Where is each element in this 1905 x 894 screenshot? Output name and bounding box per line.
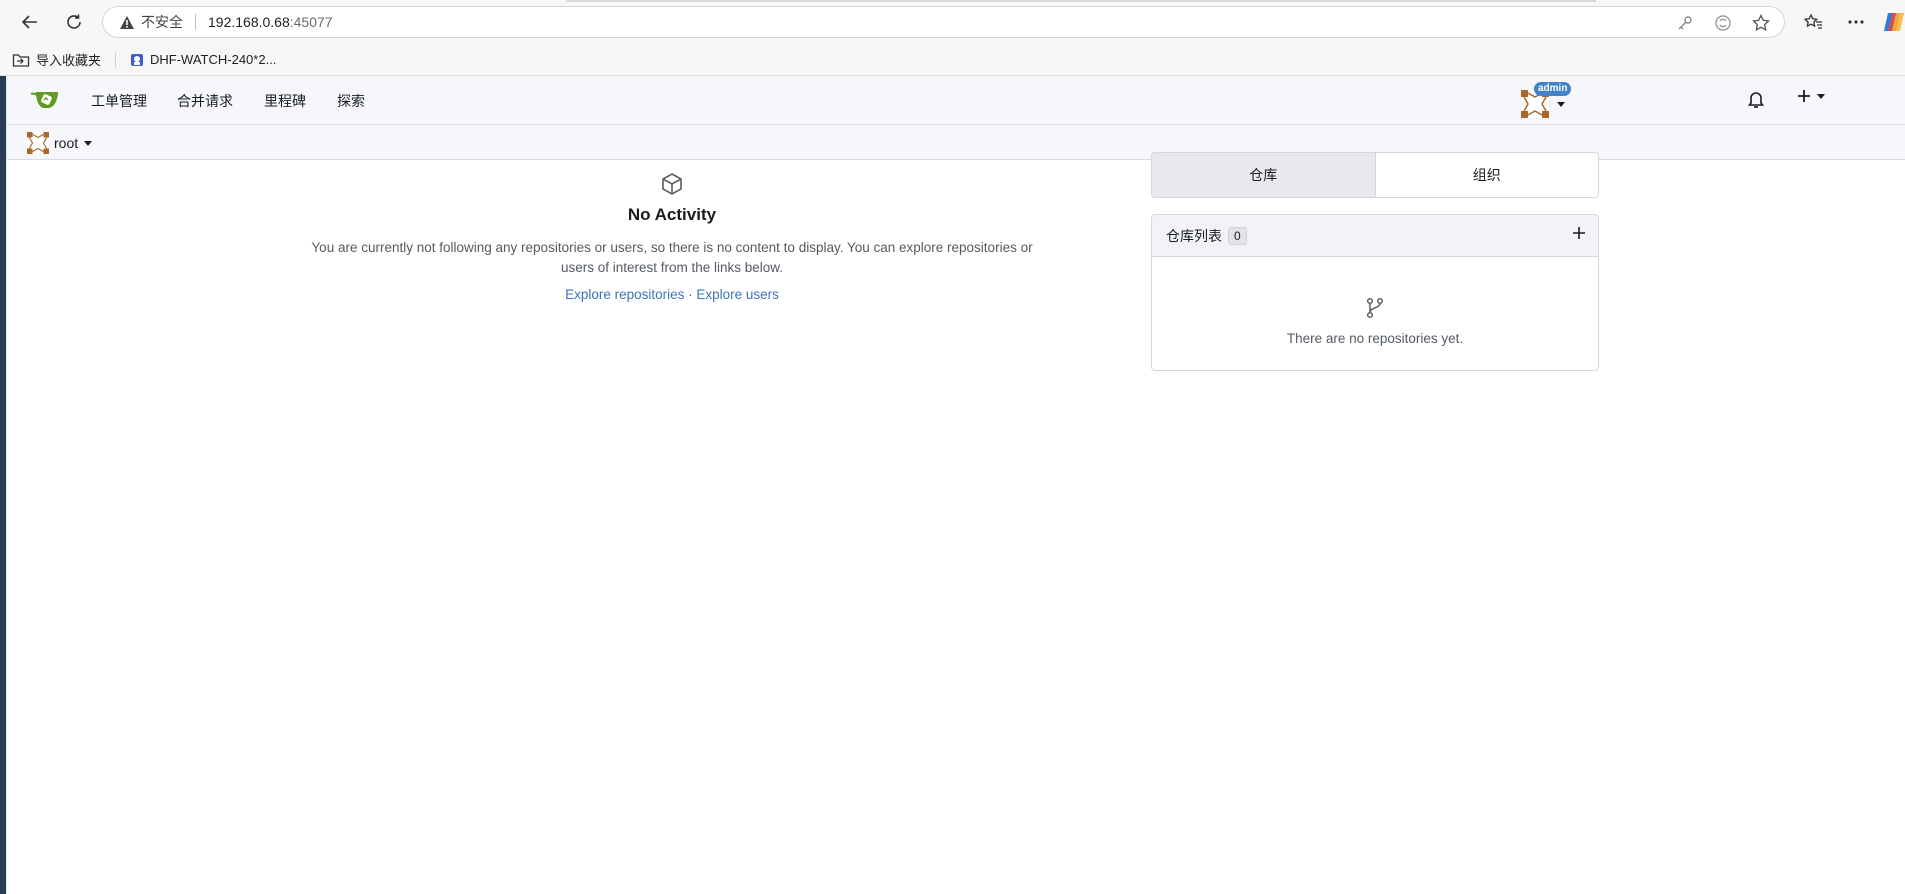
nav-issues[interactable]: 工单管理	[91, 91, 147, 111]
bell-icon	[1747, 89, 1765, 109]
repo-empty-text: There are no repositories yet.	[1286, 331, 1464, 346]
repo-list-title: 仓库列表	[1166, 227, 1222, 244]
plus-icon	[1572, 226, 1586, 240]
back-button[interactable]	[15, 8, 45, 36]
explore-links: Explore repositories · Explore users	[287, 287, 1057, 302]
create-new-button[interactable]	[1797, 89, 1825, 103]
repo-count-badge: 0	[1228, 226, 1247, 245]
tab-strip-edge	[566, 0, 1596, 2]
key-icon[interactable]	[1674, 13, 1696, 33]
activity-feed-empty: No Activity You are currently not follow…	[287, 172, 1057, 302]
explore-users-link[interactable]: Explore users	[696, 287, 779, 302]
link-separator: ·	[684, 287, 697, 302]
copilot-button[interactable]	[1882, 8, 1905, 36]
notifications-button[interactable]	[1747, 89, 1765, 109]
more-menu-button[interactable]	[1841, 8, 1871, 36]
warning-icon	[119, 15, 135, 30]
arrow-left-icon	[21, 13, 39, 31]
site-favicon-icon	[130, 53, 144, 67]
bookmark-divider	[115, 51, 117, 68]
address-separator	[195, 14, 196, 30]
browser-toolbar: 不安全 192.168.0.68 :45077	[0, 0, 1905, 44]
package-icon	[287, 172, 1057, 196]
avatar	[27, 132, 49, 154]
refresh-page-icon[interactable]	[1712, 13, 1734, 33]
tab-repositories[interactable]: 仓库	[1152, 153, 1375, 197]
insecure-label[interactable]: 不安全	[141, 12, 183, 32]
dashboard-tabs: 仓库 组织	[1151, 152, 1599, 198]
ellipsis-icon	[1847, 19, 1865, 25]
address-bar-actions	[1674, 13, 1772, 33]
empty-activity-description: You are currently not following any repo…	[311, 240, 1033, 275]
new-repo-button[interactable]	[1572, 226, 1586, 240]
bookmark-label: DHF-WATCH-240*2...	[150, 52, 277, 67]
favorites-list-icon	[1803, 13, 1823, 31]
repo-list-header: 仓库列表 0	[1152, 215, 1598, 257]
gitea-page: 工单管理 合并请求 里程碑 探索 admin root No Activity …	[6, 76, 1905, 894]
gitea-logo-icon[interactable]	[29, 88, 61, 117]
favorites-button[interactable]	[1798, 8, 1828, 36]
repo-forked-icon	[1152, 297, 1598, 319]
repo-list-empty: There are no repositories yet.	[1152, 257, 1598, 346]
folder-import-icon	[12, 52, 30, 68]
reload-icon	[65, 13, 83, 31]
bookmark-dhf-watch[interactable]: DHF-WATCH-240*2...	[130, 52, 276, 67]
bookmark-label: 导入收藏夹	[36, 53, 102, 68]
chevron-down-icon	[84, 140, 93, 146]
nav-milestones[interactable]: 里程碑	[264, 91, 306, 111]
empty-activity-title: No Activity	[627, 205, 717, 224]
address-bar[interactable]: 不安全 192.168.0.68 :45077	[102, 6, 1785, 38]
context-bar: root	[7, 125, 1905, 160]
copilot-icon	[1882, 11, 1905, 33]
nav-pull-requests[interactable]: 合并请求	[177, 91, 233, 111]
top-navbar: 工单管理 合并请求 里程碑 探索 admin	[7, 76, 1905, 125]
tab-organizations[interactable]: 组织	[1374, 153, 1598, 197]
bookmark-import[interactable]: 导入收藏夹	[12, 50, 101, 69]
favorite-star-icon[interactable]	[1750, 13, 1772, 33]
context-username: root	[54, 135, 79, 151]
plus-icon	[1797, 89, 1811, 103]
explore-repositories-link[interactable]: Explore repositories	[565, 287, 684, 302]
repo-list-panel: 仓库列表 0 There are no repositories yet.	[1151, 214, 1599, 371]
reload-button[interactable]	[59, 8, 89, 36]
chevron-down-icon	[1557, 102, 1565, 107]
admin-badge: admin	[1534, 82, 1572, 96]
nav-explore[interactable]: 探索	[337, 91, 365, 111]
context-user-switcher[interactable]: root	[27, 132, 93, 154]
chevron-down-icon	[1817, 93, 1825, 99]
address-port: :45077	[289, 14, 333, 30]
address-host: 192.168.0.68	[208, 14, 290, 30]
bookmarks-bar: 导入收藏夹 DHF-WATCH-240*2...	[0, 44, 1905, 76]
